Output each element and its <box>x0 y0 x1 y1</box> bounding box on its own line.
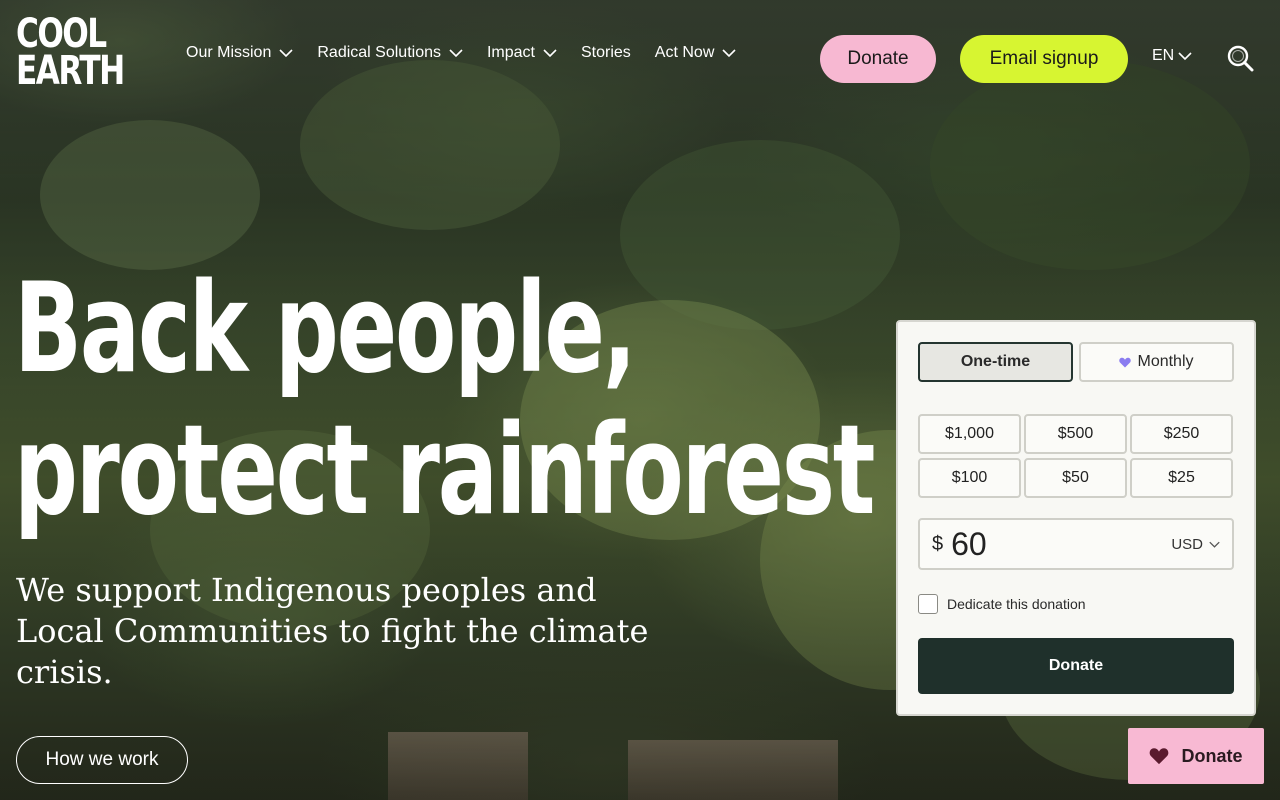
dedicate-donation-option[interactable]: Dedicate this donation <box>918 594 1086 614</box>
search-icon[interactable] <box>1226 44 1254 72</box>
nav-item-label: Radical Solutions <box>317 44 441 61</box>
currency-select[interactable]: USD <box>1171 536 1220 553</box>
how-we-work-button[interactable]: How we work <box>16 736 188 784</box>
chevron-down-icon <box>722 49 736 58</box>
hero-subheading: We support Indigenous peoples and Local … <box>16 571 649 691</box>
nav-item-impact[interactable]: Impact <box>487 44 557 62</box>
frequency-toggle: One-time Monthly <box>918 342 1234 382</box>
headline-line-1: Back people, <box>14 257 637 401</box>
custom-amount-field[interactable]: $ 60 USD <box>918 518 1234 570</box>
chevron-down-icon <box>279 49 293 58</box>
donate-submit-button[interactable]: Donate <box>918 638 1234 694</box>
cool-earth-logo[interactable]: COOL EARTH <box>16 14 125 104</box>
nav-item-label: Stories <box>581 44 631 61</box>
amount-option[interactable]: $25 <box>1130 458 1233 498</box>
amount-option[interactable]: $500 <box>1024 414 1127 454</box>
nav-item-radical-solutions[interactable]: Radical Solutions <box>317 44 463 62</box>
floating-donate-label: Donate <box>1181 745 1243 766</box>
amount-option[interactable]: $100 <box>918 458 1021 498</box>
floating-donate-button[interactable]: Donate <box>1128 728 1264 784</box>
heart-icon <box>1150 748 1169 765</box>
nav-item-stories[interactable]: Stories <box>581 44 631 62</box>
hero-headline: Back people, protect rainforest <box>14 257 875 543</box>
headline-line-2: protect rainforest <box>14 399 875 543</box>
amount-option[interactable]: $250 <box>1130 414 1233 454</box>
header-donate-button[interactable]: Donate <box>820 35 936 83</box>
heart-icon <box>1119 357 1132 367</box>
chevron-down-icon <box>449 49 463 58</box>
dedicate-label: Dedicate this donation <box>947 596 1086 612</box>
nav-item-label: Act Now <box>654 44 715 61</box>
one-time-label: One-time <box>960 353 1031 370</box>
monthly-button[interactable]: Monthly <box>1079 342 1234 382</box>
chevron-down-icon <box>543 49 557 58</box>
monthly-label: Monthly <box>1137 353 1194 370</box>
nav-item-our-mission[interactable]: Our Mission <box>186 44 293 62</box>
donation-form: One-time Monthly $1,000 $500 $250 $100 $… <box>896 320 1256 716</box>
nav-item-label: Our Mission <box>186 44 272 61</box>
email-signup-button[interactable]: Email signup <box>960 35 1128 83</box>
one-time-button[interactable]: One-time <box>918 342 1073 382</box>
chevron-down-icon <box>1178 52 1192 61</box>
logo-line-2: EARTH <box>16 47 125 94</box>
language-label: EN <box>1152 47 1175 64</box>
nav-item-act-now[interactable]: Act Now <box>655 44 737 62</box>
amount-option[interactable]: $50 <box>1024 458 1127 498</box>
chevron-down-icon <box>1209 541 1220 548</box>
preset-amounts: $1,000 $500 $250 $100 $50 $25 <box>918 414 1233 498</box>
dedicate-checkbox[interactable] <box>918 594 938 614</box>
currency-symbol: $ <box>932 532 944 555</box>
language-selector[interactable]: EN <box>1152 47 1192 65</box>
main-nav: Our Mission Radical Solutions Impact Sto… <box>186 44 736 62</box>
amount-input[interactable]: 60 <box>951 526 1171 563</box>
amount-option[interactable]: $1,000 <box>918 414 1021 454</box>
currency-label: USD <box>1171 535 1203 553</box>
nav-item-label: Impact <box>486 44 535 61</box>
